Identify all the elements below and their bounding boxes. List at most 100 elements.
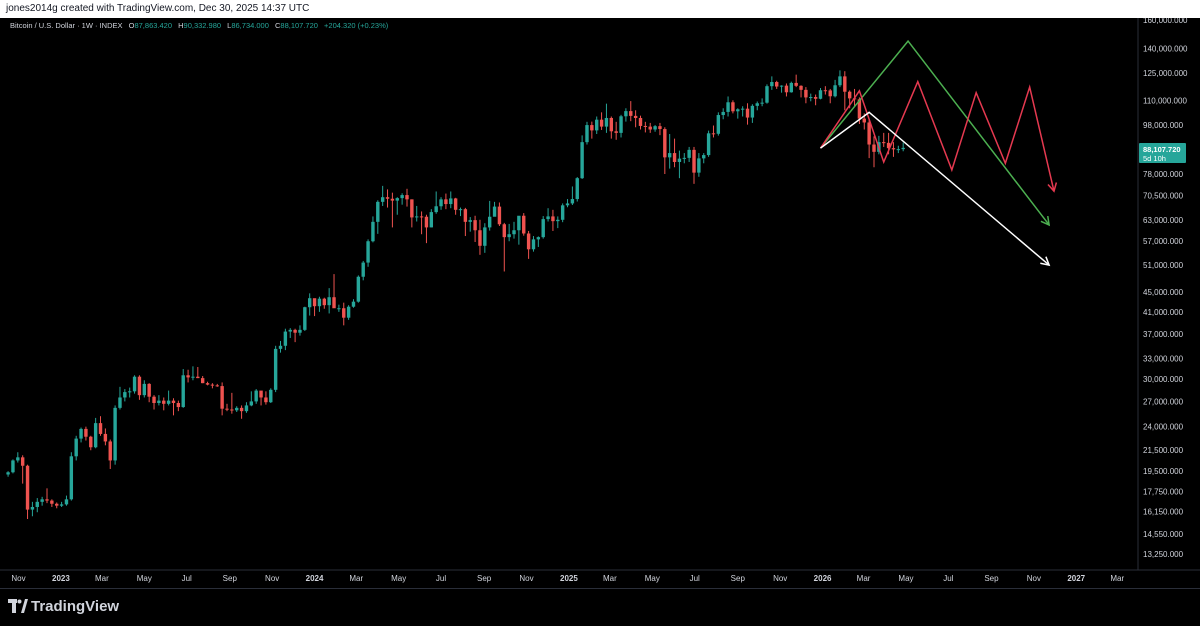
candle [526, 230, 531, 259]
time-tick-label: Mar [603, 574, 617, 583]
price-chart[interactable]: 13,250.000 14,550.000 16,150.000 17,750.000… [0, 18, 1200, 588]
price-tick-label: 24,000.000 [1143, 423, 1184, 432]
candle [16, 452, 20, 463]
candle [473, 215, 477, 242]
candle-body [11, 460, 15, 473]
candle-body [755, 103, 759, 106]
candle-body [25, 465, 30, 510]
candle-body [293, 329, 297, 333]
candle-body [64, 499, 69, 505]
candle-body [449, 198, 453, 205]
candle-body [162, 400, 166, 404]
candle [896, 145, 901, 154]
candle-body [244, 405, 249, 412]
time-tick-label: Mar [857, 574, 871, 583]
candle [784, 83, 789, 97]
candle [123, 389, 127, 402]
candle-body [765, 86, 769, 103]
price-tick-label: 30,000.000 [1143, 375, 1184, 384]
candle-body [711, 133, 716, 135]
time-tick-label: 2027 [1067, 574, 1085, 583]
time-tick-label: Nov [11, 574, 25, 583]
candle [478, 219, 482, 255]
price-tick-label: 41,000.000 [1143, 308, 1184, 317]
candle [585, 121, 589, 145]
candle [176, 400, 181, 412]
candle-body [69, 456, 74, 500]
chart-area[interactable]: 13,250.000 14,550.000 16,150.000 17,750.000… [0, 18, 1200, 588]
candle-body [380, 197, 385, 202]
candle [575, 177, 579, 202]
candle [298, 325, 302, 336]
price-tick-label: 33,000.000 [1143, 354, 1184, 363]
legend-symbol: Bitcoin / U.S. Dollar · 1W · INDEX [10, 21, 123, 30]
candle-body [176, 403, 181, 408]
candle [351, 299, 356, 308]
price-tick-label: 21,500.000 [1143, 446, 1184, 455]
candle [745, 103, 750, 125]
price-tick-label: 70,500.000 [1143, 192, 1184, 201]
price-tag: 88,107.720 5d 10h [1139, 143, 1186, 163]
candle [424, 214, 429, 244]
candle [162, 397, 166, 411]
attribution-caption: jones2014g created with TradingView.com,… [6, 3, 310, 14]
candle [40, 496, 44, 506]
candle-body [434, 206, 438, 213]
candle [560, 203, 565, 223]
candle [259, 390, 263, 406]
candle [843, 71, 847, 111]
candle [278, 340, 283, 353]
candle [828, 88, 832, 104]
candle [171, 398, 176, 416]
candle [502, 222, 506, 272]
time-tick-label: 2025 [560, 574, 578, 583]
time-tick-label: Mar [1110, 574, 1124, 583]
time-tick-label: Sep [984, 574, 999, 583]
candle [507, 223, 511, 242]
candle [332, 274, 336, 309]
candle [468, 217, 472, 232]
candle-body [789, 82, 794, 93]
candle-body [522, 215, 526, 234]
candle-body [312, 298, 317, 307]
brand-name: TradingView [31, 598, 120, 615]
candle-body [775, 82, 779, 87]
candle [760, 98, 764, 107]
candle [595, 116, 599, 135]
candle [823, 86, 828, 95]
candle [794, 74, 798, 88]
candle [303, 306, 307, 331]
candle-body [604, 117, 609, 127]
time-axis[interactable]: Nov 2023 Mar May Jul Sep Nov 2024 Mar May Jul Sep No… [11, 574, 1124, 583]
candle [283, 328, 288, 351]
candle-body [93, 423, 98, 448]
price-axis[interactable]: 13,250.000 14,550.000 16,150.000 17,750.000… [1143, 18, 1188, 559]
candle-body [716, 115, 721, 134]
candle [551, 209, 555, 231]
candle-body [595, 119, 599, 131]
candle-body [721, 111, 725, 116]
price-tick-label: 37,000.000 [1143, 330, 1184, 339]
candle-body [337, 308, 341, 310]
candle-body [118, 397, 122, 408]
candle-body [288, 329, 292, 332]
candle [541, 216, 545, 239]
candle-body [419, 216, 424, 218]
candle-body [453, 198, 458, 210]
time-tick-label: Jul [182, 574, 192, 583]
candle-body [483, 227, 487, 246]
candle [356, 275, 361, 303]
candle-body [424, 216, 429, 228]
candle [157, 395, 161, 406]
legend-change: +204.320 (+0.23%) [324, 21, 389, 30]
candle [400, 193, 404, 205]
candle-body [882, 142, 886, 144]
candle-body [123, 392, 127, 398]
candle-body [405, 195, 409, 200]
candle [682, 153, 686, 164]
price-tick-label: 16,150.000 [1143, 508, 1184, 517]
candle-body [565, 203, 570, 206]
candle [84, 426, 88, 441]
legend-low: 86,734.000 [231, 21, 269, 30]
candle [838, 70, 842, 88]
